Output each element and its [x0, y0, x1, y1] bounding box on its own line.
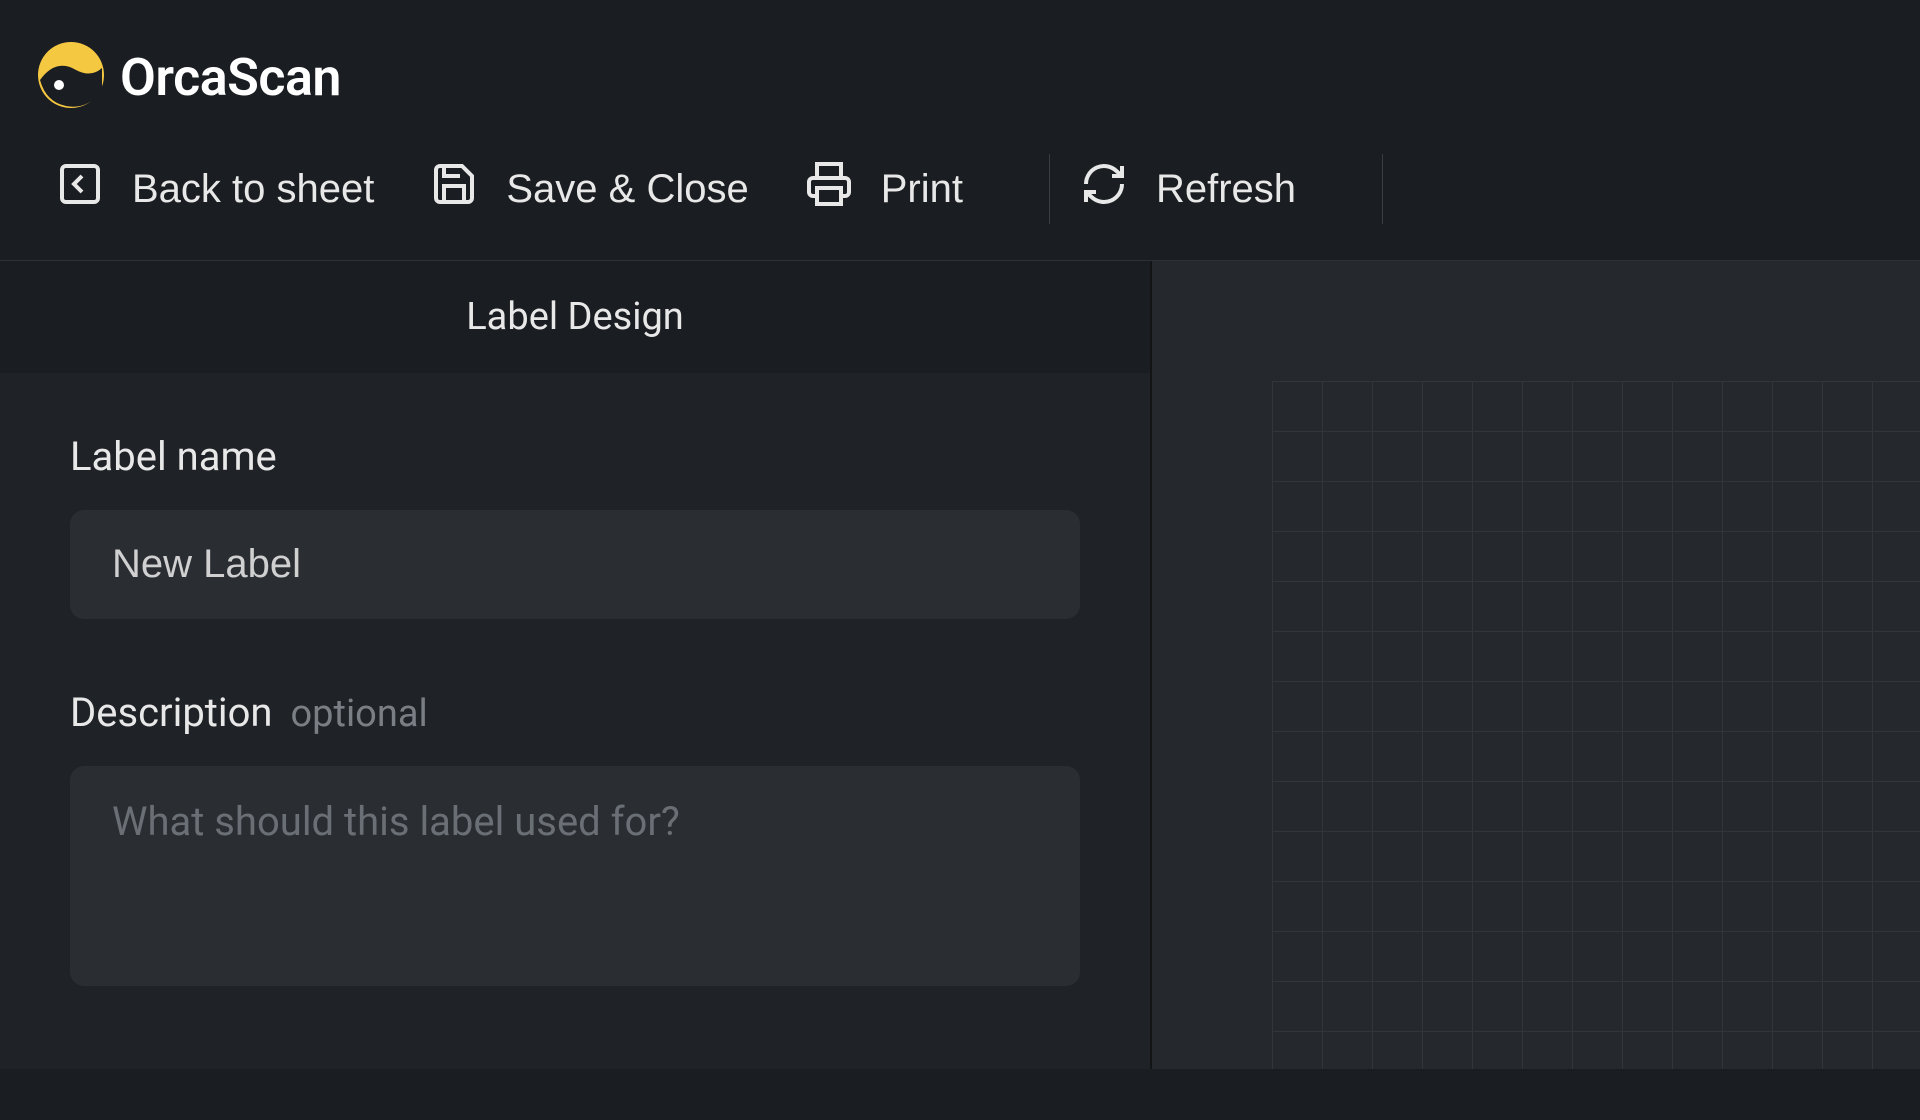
print-icon: [805, 160, 853, 218]
print-label: Print: [881, 167, 963, 212]
toolbar-separator: [1049, 154, 1050, 224]
save-icon: [430, 160, 478, 218]
label-canvas[interactable]: [1152, 261, 1920, 1069]
description-label: Description: [70, 689, 273, 736]
back-label: Back to sheet: [132, 167, 374, 212]
brand-name: OrcaScan: [120, 47, 341, 108]
save-label: Save & Close: [506, 167, 748, 212]
toolbar: Back to sheet Save & Close Print Refresh: [0, 134, 1920, 261]
form-area: Label name Description optional: [0, 373, 1150, 1120]
back-icon: [56, 160, 104, 218]
label-name-input[interactable]: [70, 510, 1080, 619]
refresh-button[interactable]: Refresh: [1080, 160, 1352, 218]
content-area: Label Design Label name Description opti…: [0, 261, 1920, 1069]
panel-title: Label Design: [0, 261, 1150, 373]
brand-logo: OrcaScan: [36, 40, 341, 114]
description-label-row: Description optional: [70, 689, 1080, 736]
design-sidebar: Label Design Label name Description opti…: [0, 261, 1152, 1069]
label-name-label: Label name: [70, 433, 1080, 480]
save-close-button[interactable]: Save & Close: [430, 160, 804, 218]
description-input[interactable]: [70, 766, 1080, 986]
toolbar-separator: [1382, 154, 1383, 224]
optional-tag: optional: [291, 692, 428, 736]
description-group: Description optional: [70, 689, 1080, 990]
refresh-icon: [1080, 160, 1128, 218]
label-name-group: Label name: [70, 433, 1080, 619]
print-button[interactable]: Print: [805, 160, 1019, 218]
refresh-label: Refresh: [1156, 167, 1296, 212]
app-header: OrcaScan: [0, 0, 1920, 134]
canvas-grid: [1272, 381, 1920, 1069]
orca-logo-icon: [36, 40, 106, 114]
back-to-sheet-button[interactable]: Back to sheet: [56, 160, 430, 218]
